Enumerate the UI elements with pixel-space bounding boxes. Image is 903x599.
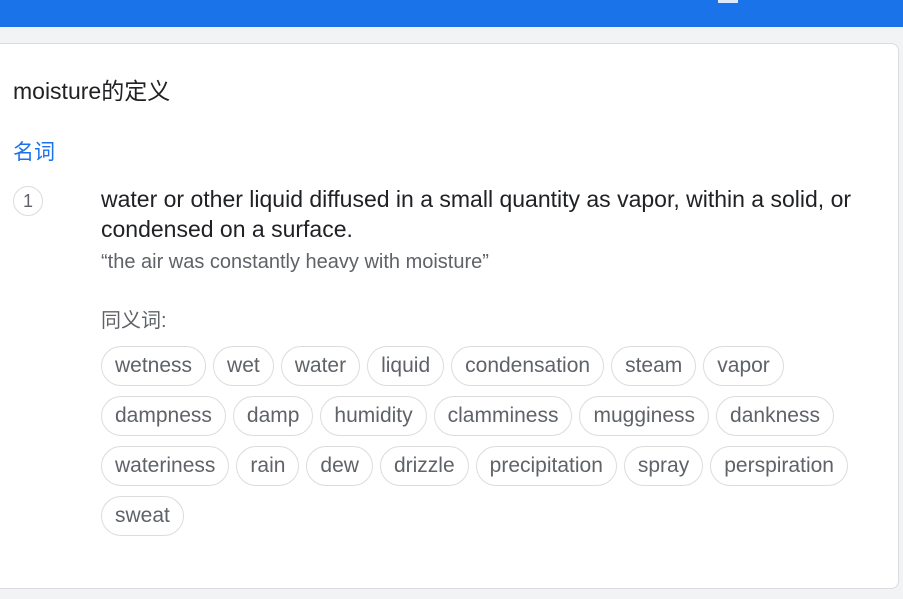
account-icon[interactable] [718,0,738,3]
synonym-chip[interactable]: mugginess [579,396,710,436]
synonym-chip[interactable]: sweat [101,496,184,536]
synonym-chip[interactable]: vapor [703,346,784,386]
synonym-chip[interactable]: rain [236,446,300,486]
synonym-chip[interactable]: dankness [716,396,834,436]
synonym-chip[interactable]: spray [623,446,704,486]
synonym-chip[interactable]: liquid [367,346,445,386]
synonym-chip[interactable]: precipitation [475,446,617,486]
synonym-chip[interactable]: dampness [101,396,226,436]
synonyms-label: 同义词: [101,310,167,332]
definition-text: water or other liquid diffused in a smal… [101,186,852,242]
synonym-chip[interactable]: steam [611,346,697,386]
page-title: moisture的定义 [13,78,171,104]
synonym-chip[interactable]: drizzle [379,446,469,486]
synonym-chip-list: wetness wet water liquid condensation steam va… [101,346,881,536]
synonym-chip[interactable]: water [280,346,361,386]
definition-card: moisture的定义 名词 1 water or other liquid d… [0,43,899,589]
synonym-chip[interactable]: perspiration [710,446,848,486]
top-bar [0,0,903,27]
part-of-speech: 名词 [13,141,55,164]
synonym-chip[interactable]: dew [306,446,373,486]
synonym-chip[interactable]: damp [232,396,314,436]
synonym-chip[interactable]: wet [213,346,274,386]
synonym-chip[interactable]: condensation [451,346,605,386]
synonym-chip[interactable]: wetness [101,346,207,386]
synonym-chip[interactable]: clamminess [433,396,573,436]
synonym-chip[interactable]: humidity [320,396,427,436]
sense-number-badge: 1 [13,186,43,216]
example-sentence: “the air was constantly heavy with moist… [101,251,489,273]
synonym-chip[interactable]: wateriness [101,446,230,486]
